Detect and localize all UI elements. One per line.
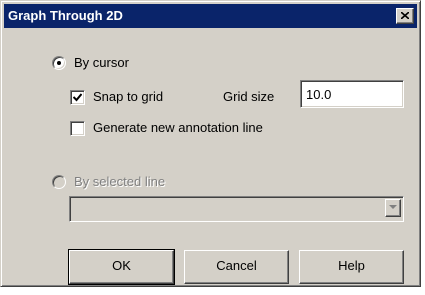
generate-annotation-line-checkbox[interactable] xyxy=(70,121,85,136)
graph-through-2d-dialog: Graph Through 2D By cursor Snap to grid … xyxy=(0,0,421,287)
window-title: Graph Through 2D xyxy=(8,8,123,23)
dropdown-arrow-button[interactable] xyxy=(385,199,401,217)
ok-button[interactable]: OK xyxy=(68,249,175,285)
close-icon xyxy=(401,12,409,19)
snap-to-grid-checkbox[interactable] xyxy=(70,90,85,105)
grid-size-label: Grid size xyxy=(223,89,275,104)
checkmark-icon xyxy=(73,93,82,102)
snap-to-grid-label[interactable]: Snap to grid xyxy=(93,89,163,104)
selected-line-dropdown[interactable] xyxy=(69,196,404,222)
cancel-button[interactable]: Cancel xyxy=(184,250,289,284)
chevron-down-icon xyxy=(389,205,397,209)
grid-size-input[interactable] xyxy=(300,80,404,108)
close-button[interactable] xyxy=(396,8,414,24)
radio-selected-dot xyxy=(57,61,61,65)
by-cursor-label[interactable]: By cursor xyxy=(74,55,129,70)
title-bar[interactable]: Graph Through 2D xyxy=(4,4,417,28)
generate-annotation-line-label[interactable]: Generate new annotation line xyxy=(93,120,263,135)
by-selected-line-label[interactable]: By selected line xyxy=(74,174,165,189)
by-selected-line-radio[interactable] xyxy=(52,175,66,189)
help-button[interactable]: Help xyxy=(299,250,404,284)
by-cursor-radio[interactable] xyxy=(52,56,66,70)
